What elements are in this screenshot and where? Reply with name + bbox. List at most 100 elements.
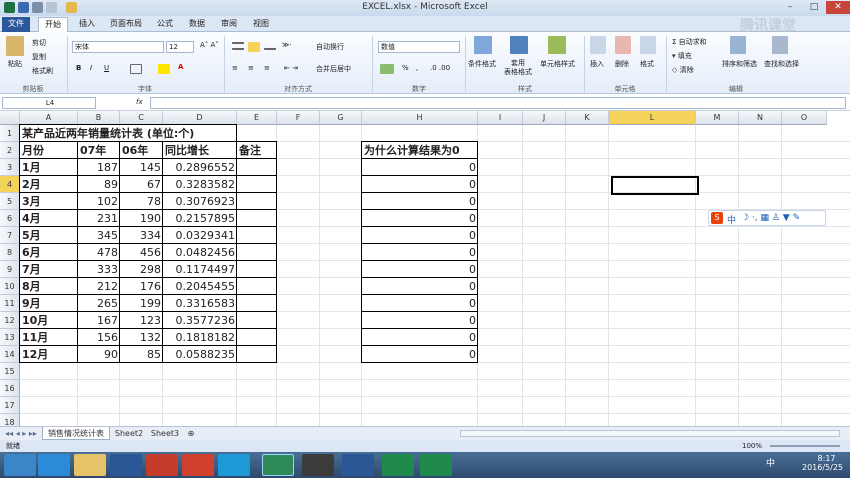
start-button[interactable] xyxy=(4,454,36,476)
col-header-F[interactable]: F xyxy=(277,111,320,125)
format-table-button[interactable]: 套用 表格格式 xyxy=(504,59,532,77)
word-icon[interactable] xyxy=(110,454,142,476)
app-icon-2[interactable] xyxy=(420,454,452,476)
tab-view[interactable]: 视图 xyxy=(248,17,274,32)
close-button[interactable]: ✕ xyxy=(826,1,850,14)
cut-button[interactable]: 剪切 xyxy=(32,38,46,48)
align-center-icon[interactable]: ≡ xyxy=(248,64,254,72)
clock[interactable]: 8:17 2016/5/25 xyxy=(802,454,843,472)
orientation-icon[interactable]: ≫· xyxy=(282,41,292,49)
pdf-icon[interactable] xyxy=(182,454,214,476)
col-header-A[interactable]: A xyxy=(20,111,78,125)
font-color-icon[interactable]: A xyxy=(178,63,183,71)
align-middle-icon[interactable] xyxy=(248,42,260,52)
format-cells-button[interactable]: 格式 xyxy=(640,59,654,69)
col-header-B[interactable]: B xyxy=(78,111,120,125)
fx-icon[interactable]: fx xyxy=(136,98,143,106)
tab-formulas[interactable]: 公式 xyxy=(152,17,178,32)
decimal-icon[interactable]: .0 .00 xyxy=(430,64,450,72)
explorer-icon[interactable] xyxy=(74,454,106,476)
row-header-11[interactable]: 11 xyxy=(0,295,20,312)
format-painter-button[interactable]: 格式刷 xyxy=(32,66,53,76)
wrap-text-button[interactable]: 自动换行 xyxy=(316,42,344,52)
ime-indicator[interactable]: 中 xyxy=(766,456,775,469)
grow-font-button[interactable]: A˄ A˅ xyxy=(200,41,219,49)
bold-button[interactable]: B xyxy=(76,64,81,72)
col-header-C[interactable]: C xyxy=(120,111,163,125)
row-header-8[interactable]: 8 xyxy=(0,244,20,261)
nvidia-icon[interactable] xyxy=(302,454,334,476)
paste-button[interactable]: 粘贴 xyxy=(8,59,22,69)
format-cells-icon[interactable] xyxy=(640,36,656,54)
row-header-17[interactable]: 17 xyxy=(0,397,20,414)
row-header-1[interactable]: 1 xyxy=(0,125,20,142)
row-header-9[interactable]: 9 xyxy=(0,261,20,278)
col-header-K[interactable]: K xyxy=(566,111,609,125)
currency-icon[interactable] xyxy=(380,64,394,74)
maximize-button[interactable]: □ xyxy=(802,1,826,14)
minimize-button[interactable]: – xyxy=(778,1,802,14)
underline-button[interactable]: U xyxy=(104,64,109,72)
comma-button[interactable]: , xyxy=(416,64,418,72)
row-header-16[interactable]: 16 xyxy=(0,380,20,397)
ime-tools-icon[interactable]: ☽ ·, ▦ ♙ ▼ ✎ xyxy=(741,213,800,223)
copy-button[interactable]: 复制 xyxy=(32,52,46,62)
sort-filter-icon[interactable] xyxy=(730,36,746,54)
col-header-J[interactable]: J xyxy=(523,111,566,125)
cell-style-icon[interactable] xyxy=(548,36,566,54)
row-header-7[interactable]: 7 xyxy=(0,227,20,244)
fill-button[interactable]: ▾ 填充 xyxy=(672,51,692,61)
zoom-slider[interactable] xyxy=(770,445,840,447)
col-header-E[interactable]: E xyxy=(237,111,277,125)
formula-input[interactable] xyxy=(150,97,846,109)
clear-button[interactable]: ◇ 清除 xyxy=(672,65,694,75)
row-header-12[interactable]: 12 xyxy=(0,312,20,329)
insert-cells-button[interactable]: 插入 xyxy=(590,59,604,69)
font-name-select[interactable]: 宋体 xyxy=(72,41,164,53)
col-header-D[interactable]: D xyxy=(163,111,237,125)
font-size-select[interactable]: 12 xyxy=(166,41,194,53)
tab-review[interactable]: 审阅 xyxy=(216,17,242,32)
sogou-icon[interactable]: S xyxy=(711,212,723,224)
find-select-button[interactable]: 查找和选择 xyxy=(764,59,799,69)
col-header-O[interactable]: O xyxy=(782,111,827,125)
row-header-10[interactable]: 10 xyxy=(0,278,20,295)
row-header-5[interactable]: 5 xyxy=(0,193,20,210)
conditional-format-button[interactable]: 条件格式 xyxy=(468,59,496,69)
format-table-icon[interactable] xyxy=(510,36,528,54)
delete-cells-icon[interactable] xyxy=(615,36,631,54)
word-taskbar-icon[interactable] xyxy=(342,454,374,476)
sheet-tab-1[interactable]: 销售情况统计表 xyxy=(42,427,110,440)
col-header-I[interactable]: I xyxy=(478,111,523,125)
align-right-icon[interactable]: ≡ xyxy=(264,64,270,72)
new-sheet-icon[interactable]: ⊕ xyxy=(184,427,198,440)
select-all-corner[interactable] xyxy=(0,111,20,125)
row-header-14[interactable]: 14 xyxy=(0,346,20,363)
col-header-M[interactable]: M xyxy=(696,111,739,125)
app-icon-1[interactable] xyxy=(382,454,414,476)
col-header-N[interactable]: N xyxy=(739,111,782,125)
selected-cell-L4[interactable] xyxy=(611,176,699,195)
cell-style-button[interactable]: 单元格样式 xyxy=(540,59,575,69)
excel-taskbar-icon[interactable] xyxy=(262,454,294,476)
ime-toolbar[interactable]: S 中 ☽ ·, ▦ ♙ ▼ ✎ xyxy=(708,210,826,226)
autosum-button[interactable]: Σ 自动求和 xyxy=(672,37,707,47)
tab-file[interactable]: 文件 xyxy=(2,17,30,32)
tab-page-layout[interactable]: 页面布局 xyxy=(106,17,146,32)
paste-icon[interactable] xyxy=(6,36,24,56)
row-header-4[interactable]: 4 xyxy=(0,176,20,193)
col-header-L[interactable]: L xyxy=(609,111,696,125)
ie-icon[interactable] xyxy=(38,454,70,476)
indent-icon[interactable]: ⇤ ⇥ xyxy=(284,64,298,72)
row-header-13[interactable]: 13 xyxy=(0,329,20,346)
align-top-icon[interactable] xyxy=(232,42,244,50)
percent-button[interactable]: % xyxy=(402,64,409,72)
fill-color-icon[interactable] xyxy=(158,64,170,74)
sheet-tab-3[interactable]: Sheet3 xyxy=(148,427,182,440)
delete-cells-button[interactable]: 删除 xyxy=(615,59,629,69)
number-format-select[interactable]: 数值 xyxy=(378,41,460,53)
tab-insert[interactable]: 插入 xyxy=(74,17,100,32)
horizontal-scrollbar[interactable] xyxy=(460,430,840,437)
name-box[interactable]: L4 xyxy=(2,97,96,109)
sheet-nav-icon[interactable]: ◂◂ ◂ ▸ ▸▸ xyxy=(2,427,40,440)
